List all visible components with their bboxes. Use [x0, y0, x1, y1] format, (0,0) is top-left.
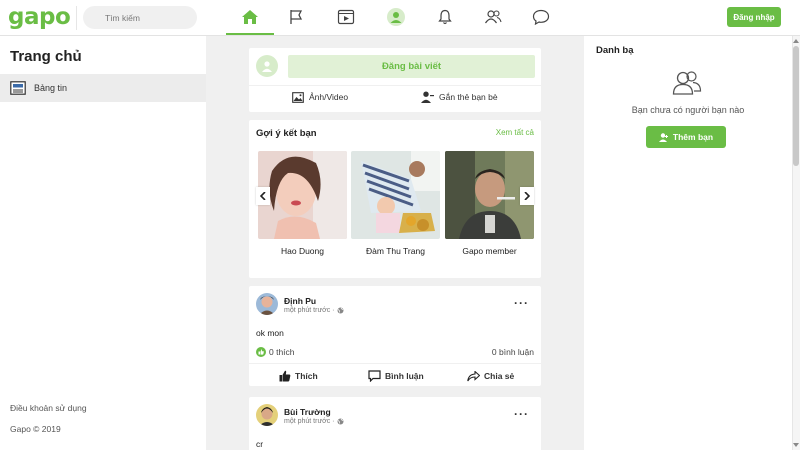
tag-friends-button[interactable]: Gắn thẻ bạn bè — [421, 89, 498, 105]
profile-icon — [387, 8, 405, 26]
nav-home[interactable] — [226, 0, 274, 35]
suggestions-title: Gợi ý kết bạn — [256, 128, 317, 139]
top-bar: gapo Đăng nhập — [0, 0, 800, 36]
add-friend-button[interactable]: Thêm bạn — [646, 126, 726, 148]
comment-label: Bình luận — [385, 371, 424, 381]
share-icon — [467, 370, 480, 381]
post-timestamp: một phút trước · — [284, 307, 344, 314]
contacts-empty-icon — [672, 70, 702, 98]
friends-icon — [485, 10, 502, 24]
right-sidebar: Danh bạ Bạn chưa có người bạn nào Thêm b… — [584, 36, 792, 450]
post-content: ok mon — [256, 328, 284, 338]
video-icon — [337, 9, 355, 25]
nav-notifications[interactable] — [421, 0, 469, 34]
photo-video-label: Ảnh/Video — [309, 92, 349, 102]
share-label: Chia sẻ — [484, 371, 515, 381]
like-button[interactable]: Thích — [279, 368, 318, 384]
like-label: Thích — [295, 371, 318, 381]
page-title: Trang chủ — [10, 48, 82, 65]
flag-icon — [290, 10, 303, 24]
author-name[interactable]: Bùi Trường — [284, 407, 331, 417]
scroll-down-arrow[interactable] — [792, 440, 800, 450]
nav-pages[interactable] — [273, 0, 321, 34]
login-button[interactable]: Đăng nhập — [727, 7, 781, 27]
scrollbar-thumb[interactable] — [793, 46, 799, 166]
post-options-button[interactable]: ··· — [514, 296, 529, 310]
divider — [249, 363, 541, 364]
comment-count[interactable]: 0 bình luận — [492, 347, 534, 357]
sidebar-item-label: Bảng tin — [34, 83, 68, 93]
chevron-right-icon — [524, 192, 530, 200]
create-post-button[interactable]: Đăng bài viết — [288, 55, 535, 78]
post-card: Bùi Trường một phút trước · ··· cr — [249, 397, 541, 450]
like-count: 0 thích — [256, 347, 295, 357]
chevron-left-icon — [260, 192, 266, 200]
user-placeholder-icon — [262, 61, 272, 72]
terms-link[interactable]: Điều khoản sử dụng — [10, 403, 87, 413]
author-name[interactable]: Định Pu — [284, 296, 316, 306]
comment-icon — [368, 370, 381, 382]
divider — [249, 85, 541, 86]
tag-user-icon — [421, 91, 434, 103]
nav-profile[interactable] — [372, 0, 420, 34]
gapo-logo[interactable]: gapo — [8, 4, 71, 30]
sidebar-item-newsfeed[interactable]: Bảng tin — [0, 74, 206, 102]
suggestion-name: Đàm Thu Trang — [366, 246, 425, 256]
author-avatar[interactable] — [256, 404, 278, 426]
like-count-text: 0 thích — [269, 347, 295, 357]
post-timestamp: một phút trước · — [284, 418, 344, 425]
left-sidebar: Trang chủ Bảng tin Điều khoản sử dụng Ga… — [0, 36, 206, 450]
globe-icon — [337, 307, 344, 314]
suggestion-photo — [351, 151, 440, 239]
bell-icon — [438, 9, 452, 25]
add-user-icon — [658, 132, 668, 142]
suggestion-name: Hao Duong — [280, 246, 324, 256]
tag-friends-label: Gắn thẻ bạn bè — [439, 92, 498, 102]
nav-friends[interactable] — [469, 0, 517, 34]
see-all-link[interactable]: Xem tất cả — [496, 128, 534, 137]
chat-icon — [532, 9, 550, 25]
suggestion-card[interactable]: Hao Duong — [258, 151, 347, 256]
share-button[interactable]: Chia sẻ — [467, 368, 514, 384]
nav-chat[interactable] — [517, 0, 565, 34]
home-icon — [242, 9, 258, 24]
author-avatar[interactable] — [256, 293, 278, 315]
timestamp-text: một phút trước · — [284, 418, 335, 425]
friend-suggestions: Gợi ý kết bạn Xem tất cả Hao Duong Đàm T… — [249, 120, 541, 278]
carousel-prev-button[interactable] — [256, 187, 270, 205]
empty-contacts-text: Bạn chưa có người bạn nào — [631, 105, 745, 115]
suggestion-card[interactable]: Đàm Thu Trang — [351, 151, 440, 256]
photo-video-button[interactable]: Ảnh/Video — [292, 89, 348, 105]
post-card: Định Pu một phút trước · ··· ok mon 0 th… — [249, 286, 541, 386]
carousel-next-button[interactable] — [520, 187, 534, 205]
user-avatar — [256, 55, 278, 77]
newsfeed-icon — [10, 81, 26, 95]
scroll-up-arrow[interactable] — [792, 36, 800, 46]
post-composer: Đăng bài viết Ảnh/Video Gắn thẻ bạn bè — [249, 48, 541, 112]
add-friend-label: Thêm bạn — [672, 132, 714, 142]
like-badge-icon — [256, 347, 266, 357]
nav-video[interactable] — [322, 0, 370, 34]
thumbs-up-icon — [279, 370, 291, 382]
timestamp-text: một phút trước · — [284, 307, 335, 314]
copyright: Gapo © 2019 — [10, 424, 61, 434]
contacts-title: Danh bạ — [596, 45, 634, 56]
globe-icon — [337, 418, 344, 425]
suggestion-photo — [258, 151, 347, 239]
comment-button[interactable]: Bình luận — [368, 368, 424, 384]
suggestion-name: Gapo member — [462, 246, 517, 256]
post-content: cr — [256, 439, 264, 449]
photo-icon — [292, 91, 304, 103]
post-options-button[interactable]: ··· — [514, 407, 529, 421]
search-input[interactable] — [83, 6, 197, 29]
logo-divider — [76, 6, 77, 30]
